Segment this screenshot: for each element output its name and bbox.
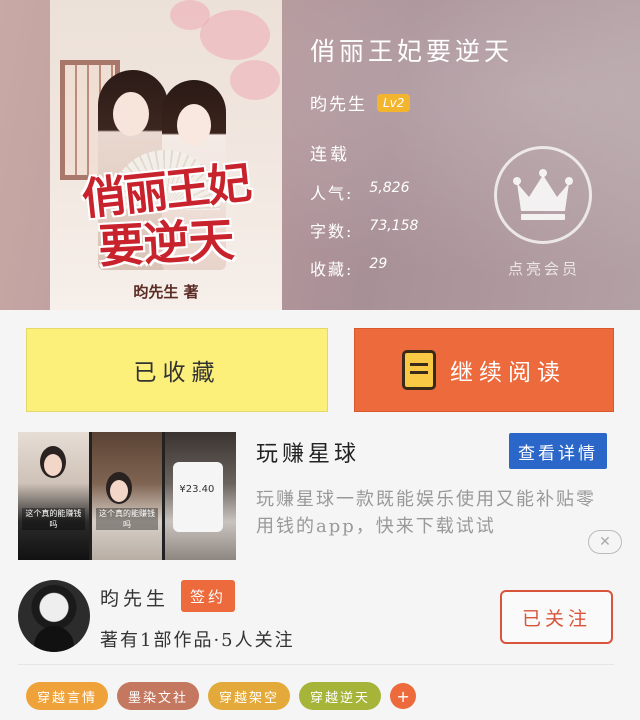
serial-status: 连载 (310, 145, 350, 165)
ad-details-button[interactable]: 查看详情 (509, 433, 607, 469)
more-tags-button[interactable]: + (390, 683, 417, 709)
author-name[interactable]: 昀先生 (310, 90, 367, 115)
stat-favorites: 收藏: 29 (310, 256, 388, 279)
vip-button[interactable] (494, 146, 592, 244)
stat-popularity: 人气: 5,826 (310, 180, 410, 203)
cover-title-art: 俏丽王妃 要逆天 (79, 157, 253, 274)
ad-image-panel: 这个真的能赚钱吗 (91, 432, 163, 560)
stat-word-count: 字数: 73,158 (310, 218, 419, 241)
following-button[interactable]: 已关注 (500, 590, 613, 644)
continue-reading-button[interactable]: 继续阅读 (354, 328, 614, 412)
signed-badge: 签约 (181, 580, 235, 612)
author-level-badge: Lv2 (377, 93, 411, 112)
avatar[interactable] (18, 580, 90, 652)
crown-icon (513, 169, 573, 220)
book-icon (402, 350, 436, 390)
collected-button[interactable]: 已收藏 (26, 328, 328, 412)
book-cover[interactable]: 俏丽王妃 要逆天 昀先生 著 (50, 0, 282, 310)
author-card-name[interactable]: 昀先生 (100, 584, 169, 611)
ad-image-panel: 这个真的能赚钱吗 (18, 432, 89, 560)
close-icon[interactable]: ✕ (588, 530, 622, 554)
author-row[interactable]: 昀先生 Lv2 (310, 90, 411, 115)
tag-list: 穿越言情 墨染文社 穿越架空 穿越逆天 + (26, 682, 417, 710)
ad-image-panel: ¥23.40 (165, 432, 236, 560)
collected-label: 已收藏 (133, 360, 221, 386)
book-header: 俏丽王妃 要逆天 昀先生 著 俏丽王妃要逆天 昀先生 Lv2 连载 人气: 5,8… (0, 0, 640, 310)
cover-author: 昀先生 著 (133, 283, 199, 301)
book-title: 俏丽王妃要逆天 (310, 37, 514, 66)
continue-reading-label: 继续阅读 (450, 360, 566, 386)
tag-item[interactable]: 穿越言情 (26, 682, 109, 710)
divider (18, 664, 614, 665)
ad-title[interactable]: 玩赚星球 (256, 436, 360, 468)
author-summary: 著有1部作品·5人关注 (100, 630, 295, 651)
ad-image[interactable]: 这个真的能赚钱吗 这个真的能赚钱吗 ¥23.40 (18, 432, 236, 560)
book-info: 俏丽王妃要逆天 昀先生 Lv2 连载 人气: 5,826 字数: 73,158 收藏… (310, 0, 630, 310)
tag-item[interactable]: 穿越逆天 (299, 682, 382, 710)
ad-description: 玩赚星球一款既能娱乐使用又能补贴零用钱的app，快来下载试试 (256, 489, 596, 537)
vip-label[interactable]: 点亮会员 (492, 258, 596, 279)
tag-item[interactable]: 墨染文社 (117, 682, 200, 710)
tag-item[interactable]: 穿越架空 (208, 682, 291, 710)
